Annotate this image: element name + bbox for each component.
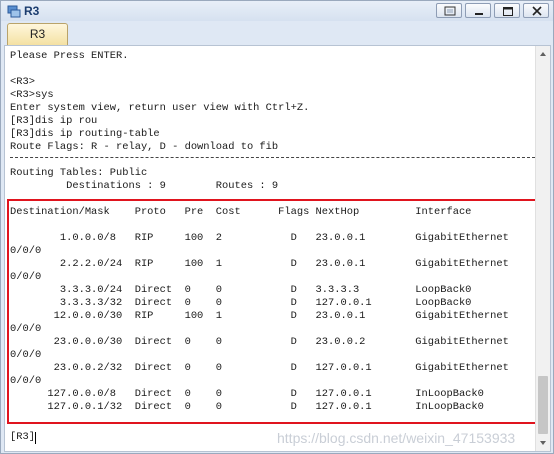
close-button[interactable] — [523, 3, 549, 18]
scroll-down-icon[interactable] — [538, 438, 548, 448]
minimize-icon — [475, 13, 483, 15]
close-icon — [532, 6, 542, 16]
restore-button[interactable] — [436, 3, 462, 18]
console-line: [R3]dis ip routing-table — [10, 128, 160, 140]
console-line: Route Flags: R - relay, D - download to … — [10, 141, 279, 153]
route-counts-line: Destinations : 9 Routes : 9 — [10, 180, 279, 192]
tab-r3[interactable]: R3 — [7, 23, 68, 45]
console-line: [R3]dis ip rou — [10, 115, 98, 127]
console-output[interactable]: Please Press ENTER. <R3> <R3>sys Enter s… — [4, 45, 551, 452]
maximize-button[interactable] — [494, 3, 520, 18]
scroll-up-icon[interactable] — [538, 49, 548, 59]
command-prompt[interactable]: [R3] — [10, 431, 35, 444]
separator-line — [10, 157, 535, 158]
title-bar[interactable]: R3 — [1, 1, 553, 21]
routing-table-highlight — [7, 199, 542, 424]
console-line: Enter system view, return user view with… — [10, 102, 310, 114]
tab-bar: R3 — [1, 21, 553, 45]
console-line: <R3>sys — [10, 89, 54, 101]
text-cursor — [35, 432, 36, 444]
maximize-icon — [503, 7, 513, 16]
restore-icon — [444, 6, 456, 16]
terminal-window: R3 R3 Please Press ENTER. <R3> <R3>sys E… — [0, 0, 554, 454]
router-app-icon — [7, 5, 21, 18]
minimize-button[interactable] — [465, 3, 491, 18]
vertical-scrollbar[interactable] — [535, 46, 550, 451]
window-title: R3 — [24, 4, 40, 18]
routing-tables-line: Routing Tables: Public — [10, 167, 148, 179]
scrollbar-thumb[interactable] — [538, 376, 548, 434]
console-line: <R3> — [10, 76, 35, 88]
console-line: Please Press ENTER. — [10, 50, 129, 62]
watermark-text: https://blog.csdn.net/weixin_47153933 — [277, 430, 516, 446]
